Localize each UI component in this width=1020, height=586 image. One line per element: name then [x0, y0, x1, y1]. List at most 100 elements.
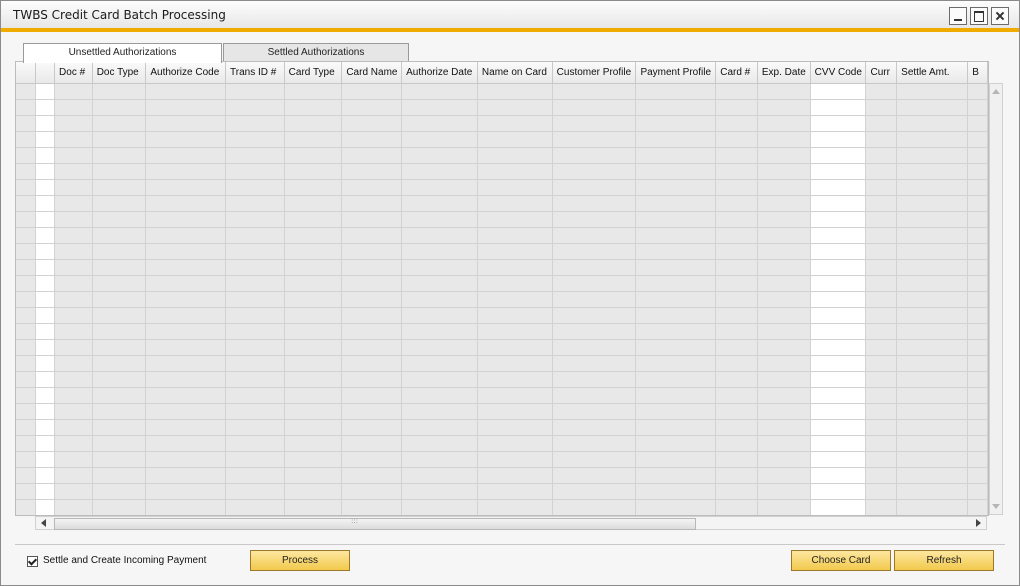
table-cell[interactable] [401, 195, 478, 212]
table-cell[interactable] [477, 227, 553, 244]
table-cell[interactable] [225, 403, 285, 420]
table-cell[interactable] [341, 339, 403, 356]
table-cell[interactable] [896, 259, 969, 276]
table-cell[interactable] [810, 355, 867, 372]
table-cell[interactable] [54, 147, 93, 164]
table-cell[interactable] [635, 147, 717, 164]
table-cell[interactable] [92, 291, 147, 308]
table-cell[interactable] [341, 275, 403, 292]
table-cell[interactable] [225, 291, 285, 308]
table-cell[interactable] [35, 163, 56, 180]
table-cell[interactable] [896, 195, 969, 212]
table-cell[interactable] [967, 403, 988, 420]
table-cell[interactable] [896, 339, 969, 356]
table-cell[interactable] [145, 131, 227, 148]
table-cell[interactable] [757, 195, 811, 212]
table-cell[interactable] [145, 355, 227, 372]
table-row[interactable] [16, 419, 988, 436]
table-cell[interactable] [477, 131, 553, 148]
table-cell[interactable] [54, 499, 93, 515]
table-cell[interactable] [896, 291, 969, 308]
table-cell[interactable] [552, 435, 637, 452]
table-cell[interactable] [552, 99, 637, 116]
table-cell[interactable] [552, 195, 637, 212]
table-row[interactable] [16, 115, 988, 132]
table-cell[interactable] [284, 435, 343, 452]
table-cell[interactable] [145, 307, 227, 324]
table-cell[interactable] [477, 499, 553, 515]
table-cell[interactable] [145, 227, 227, 244]
table-cell[interactable] [225, 355, 285, 372]
table-cell[interactable] [757, 115, 811, 132]
table-cell[interactable] [35, 307, 56, 324]
table-cell[interactable] [810, 403, 867, 420]
table-cell[interactable] [35, 259, 56, 276]
table-cell[interactable] [341, 83, 403, 100]
table-cell[interactable] [225, 131, 285, 148]
table-cell[interactable] [401, 275, 478, 292]
table-cell[interactable] [225, 83, 285, 100]
table-cell[interactable] [54, 435, 93, 452]
table-cell[interactable] [54, 371, 93, 388]
table-cell[interactable] [757, 451, 811, 468]
table-cell[interactable] [635, 467, 717, 484]
table-cell[interactable] [810, 131, 867, 148]
column-header-settle-amount[interactable]: Settle Amt. [896, 62, 969, 84]
table-cell[interactable] [757, 211, 811, 228]
table-cell[interactable] [552, 115, 637, 132]
table-cell[interactable] [341, 451, 403, 468]
table-cell[interactable] [896, 483, 969, 500]
table-cell[interactable] [284, 227, 343, 244]
table-cell[interactable] [477, 99, 553, 116]
table-cell[interactable] [552, 83, 637, 100]
table-cell[interactable] [16, 243, 36, 260]
table-cell[interactable] [757, 499, 811, 515]
table-cell[interactable] [635, 99, 717, 116]
table-cell[interactable] [896, 419, 969, 436]
table-cell[interactable] [757, 291, 811, 308]
scroll-right-icon[interactable] [976, 519, 981, 527]
table-cell[interactable] [341, 195, 403, 212]
table-cell[interactable] [54, 291, 93, 308]
table-cell[interactable] [757, 371, 811, 388]
table-cell[interactable] [635, 451, 717, 468]
table-cell[interactable] [810, 499, 867, 515]
table-cell[interactable] [757, 83, 811, 100]
table-cell[interactable] [477, 115, 553, 132]
table-cell[interactable] [284, 179, 343, 196]
table-cell[interactable] [715, 435, 758, 452]
table-cell[interactable] [715, 323, 758, 340]
table-cell[interactable] [16, 419, 36, 436]
table-cell[interactable] [401, 83, 478, 100]
table-cell[interactable] [284, 115, 343, 132]
table-cell[interactable] [16, 339, 36, 356]
table-cell[interactable] [967, 499, 988, 515]
table-row[interactable] [16, 275, 988, 292]
table-cell[interactable] [477, 435, 553, 452]
table-cell[interactable] [477, 403, 553, 420]
table-cell[interactable] [401, 323, 478, 340]
vertical-scrollbar[interactable] [989, 83, 1003, 515]
table-cell[interactable] [715, 451, 758, 468]
table-cell[interactable] [92, 499, 147, 515]
table-cell[interactable] [715, 419, 758, 436]
table-cell[interactable] [635, 243, 717, 260]
table-cell[interactable] [35, 131, 56, 148]
table-cell[interactable] [16, 179, 36, 196]
authorizations-grid[interactable]: Doc # Doc Type Authorize Code Trans ID #… [15, 61, 989, 516]
table-cell[interactable] [401, 419, 478, 436]
table-cell[interactable] [757, 435, 811, 452]
table-cell[interactable] [92, 83, 147, 100]
table-cell[interactable] [284, 307, 343, 324]
table-cell[interactable] [16, 99, 36, 116]
table-cell[interactable] [715, 115, 758, 132]
scroll-down-icon[interactable] [992, 504, 1000, 509]
column-header-card-number[interactable]: Card # [715, 62, 758, 84]
table-cell[interactable] [865, 499, 898, 515]
column-header-payment-profile[interactable]: Payment Profile [635, 62, 717, 84]
table-cell[interactable] [54, 275, 93, 292]
table-cell[interactable] [145, 275, 227, 292]
table-cell[interactable] [225, 243, 285, 260]
table-cell[interactable] [92, 163, 147, 180]
table-cell[interactable] [865, 307, 898, 324]
